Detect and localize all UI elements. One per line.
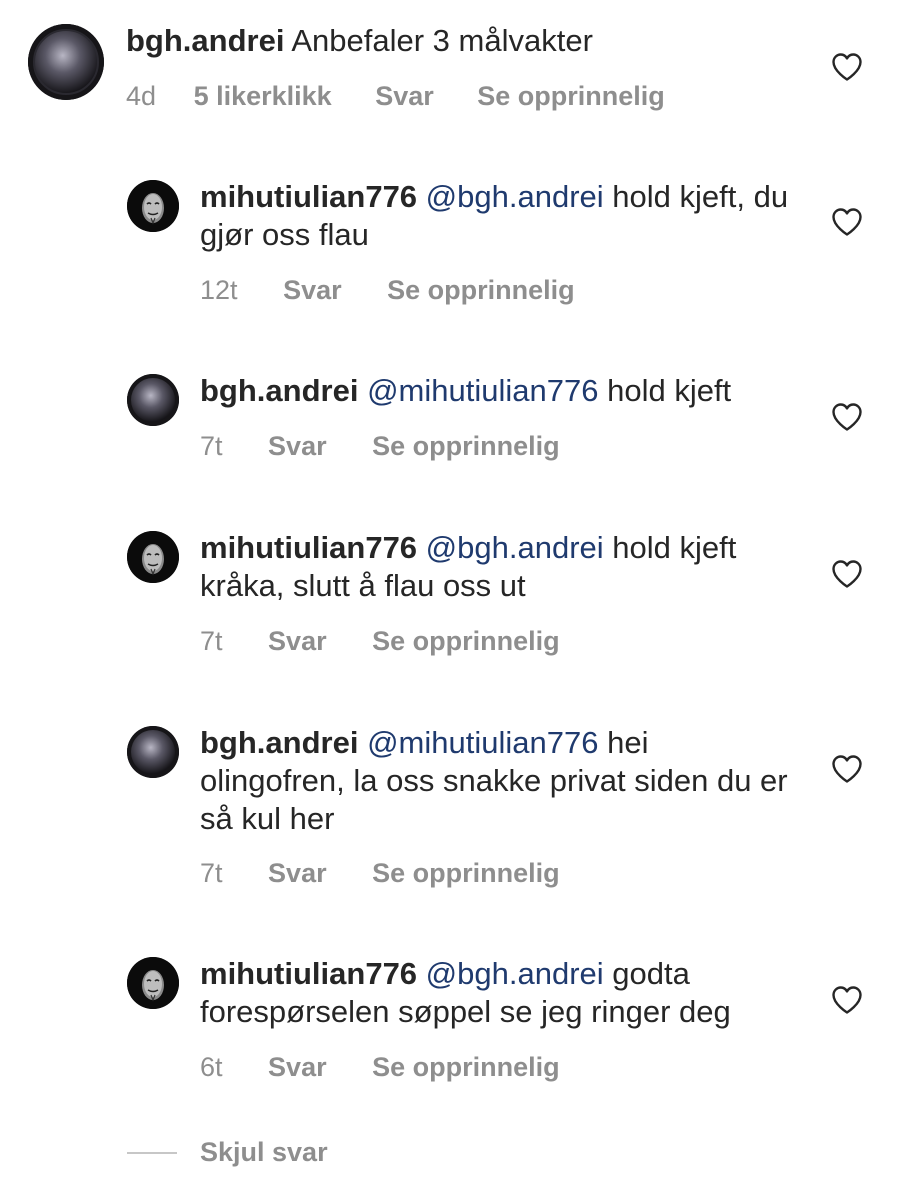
heart-outline-icon[interactable] <box>831 559 863 589</box>
comment-meta: 4d 5 likerklikk Svar Se opprinnelig <box>126 80 665 112</box>
see-original-button[interactable]: Se opprinnelig <box>372 1051 560 1083</box>
comment-text: mihutiulian776 @bgh.andrei hold kjeft, d… <box>200 178 800 254</box>
likes-count[interactable]: 5 likerklikk <box>194 80 332 112</box>
comment-mention[interactable]: @bgh.andrei <box>426 179 604 214</box>
comment-mention[interactable]: @bgh.andrei <box>426 530 604 565</box>
comment-meta: 7t Svar Se opprinnelig <box>200 625 560 657</box>
heart-outline-icon[interactable] <box>831 207 863 237</box>
avatar[interactable] <box>127 957 179 1009</box>
see-original-button[interactable]: Se opprinnelig <box>387 274 575 306</box>
comment-mention[interactable]: @mihutiulian776 <box>367 725 598 760</box>
avatar[interactable] <box>127 180 179 232</box>
reply-button[interactable]: Svar <box>268 857 327 889</box>
comment-body: hold kjeft <box>607 373 732 408</box>
comment-username[interactable]: bgh.andrei <box>200 373 358 408</box>
mask-avatar-image <box>127 180 179 232</box>
avatar[interactable] <box>127 531 179 583</box>
heart-outline-icon[interactable] <box>831 52 863 82</box>
hide-replies-divider <box>127 1152 177 1154</box>
comment-meta: 7t Svar Se opprinnelig <box>200 857 560 889</box>
mask-avatar-image <box>127 957 179 1009</box>
dark-orb-avatar-image <box>127 374 179 426</box>
comment-text: mihutiulian776 @bgh.andrei hold kjeft kr… <box>200 529 800 605</box>
heart-outline-icon[interactable] <box>831 985 863 1015</box>
avatar[interactable] <box>127 726 179 778</box>
reply-button[interactable]: Svar <box>268 1051 327 1083</box>
comment-time: 7t <box>200 431 223 461</box>
comment-time: 4d <box>126 81 157 111</box>
dark-orb-avatar-image <box>127 726 179 778</box>
heart-outline-icon[interactable] <box>831 402 863 432</box>
see-original-button[interactable]: Se opprinnelig <box>372 430 560 462</box>
comment-time: 6t <box>200 1052 223 1082</box>
comment-meta: 6t Svar Se opprinnelig <box>200 1051 560 1083</box>
comment-text: bgh.andrei @mihutiulian776 hold kjeft <box>200 372 800 410</box>
comment-meta: 12t Svar Se opprinnelig <box>200 274 575 306</box>
reply-button[interactable]: Svar <box>268 430 327 462</box>
see-original-button[interactable]: Se opprinnelig <box>372 857 560 889</box>
comment-text: bgh.andrei Anbefaler 3 målvakter <box>126 22 806 60</box>
avatar[interactable] <box>28 24 104 100</box>
comment-time: 7t <box>200 858 223 888</box>
comment-text: mihutiulian776 @bgh.andrei godta forespø… <box>200 955 800 1031</box>
comment-time: 7t <box>200 626 223 656</box>
reply-button[interactable]: Svar <box>268 625 327 657</box>
comment-mention[interactable]: @mihutiulian776 <box>367 373 598 408</box>
reply-button[interactable]: Svar <box>283 274 342 306</box>
see-original-button[interactable]: Se opprinnelig <box>477 80 665 112</box>
comment-body: Anbefaler 3 målvakter <box>291 23 593 58</box>
comment-text: bgh.andrei @mihutiulian776 hei olingofre… <box>200 724 800 838</box>
avatar[interactable] <box>127 374 179 426</box>
comment-username[interactable]: bgh.andrei <box>126 23 284 58</box>
comment-mention[interactable]: @bgh.andrei <box>426 956 604 991</box>
heart-outline-icon[interactable] <box>831 754 863 784</box>
hide-replies-button[interactable]: Skjul svar <box>200 1136 328 1168</box>
comment-username[interactable]: mihutiulian776 <box>200 956 417 991</box>
comment-username[interactable]: mihutiulian776 <box>200 179 417 214</box>
comment-meta: 7t Svar Se opprinnelig <box>200 430 560 462</box>
reply-button[interactable]: Svar <box>375 80 434 112</box>
comment-username[interactable]: bgh.andrei <box>200 725 358 760</box>
comment-username[interactable]: mihutiulian776 <box>200 530 417 565</box>
dark-orb-avatar-image <box>28 24 104 100</box>
comment-time: 12t <box>200 275 238 305</box>
see-original-button[interactable]: Se opprinnelig <box>372 625 560 657</box>
mask-avatar-image <box>127 531 179 583</box>
